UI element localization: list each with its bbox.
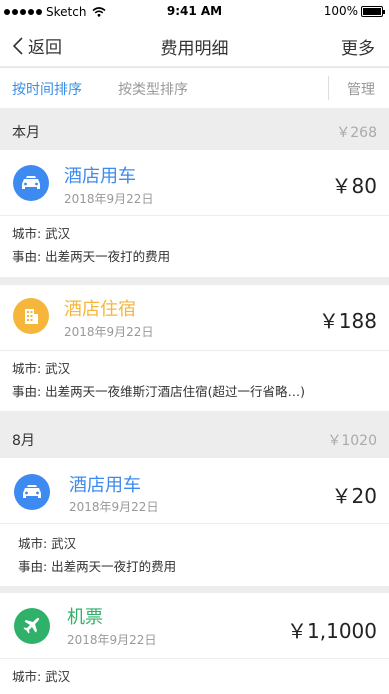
more-button[interactable]: 更多 [341,34,375,59]
category-label: 酒店住宿 [64,299,136,320]
month-total: ￥268 [336,125,377,141]
record-amount: ￥1,1000 [287,619,377,643]
expense-card[interactable]: 酒店用车 2018年9月22日 ￥20 城市: 武汉 事由: 出差两天一夜打的费… [0,458,389,586]
month-name: 本月 [12,125,40,141]
airplane-icon [14,608,50,644]
car-icon [13,165,49,201]
record-date: 2018年9月22日 [69,500,159,514]
category-label: 酒店用车 [64,166,136,187]
record-amount: ￥20 [331,484,377,508]
record-city: 城市: 武汉 [12,226,71,241]
record-reason: 事由: 出差两天一夜维斯汀酒店住宿(超过一行省略…) [12,384,305,399]
tab-sort-by-time[interactable]: 按时间排序 [12,79,82,99]
month-name: 8月 [12,433,35,449]
record-city: 城市: 武汉 [18,536,77,551]
battery-icon [361,5,385,17]
manage-button[interactable]: 管理 [347,79,375,99]
battery-percent: 100% [323,4,358,18]
divider [328,76,329,100]
expense-card[interactable]: 酒店用车 2018年9月22日 ￥80 城市: 武汉 事由: 出差两天一夜打的费… [0,150,389,277]
category-label: 酒店用车 [69,475,141,496]
month-total: ￥1020 [327,433,377,449]
record-city: 城市: 武汉 [12,669,71,684]
record-reason: 事由: 出差两天一夜打的费用 [18,559,177,574]
nav-bar: 返回 费用明细 更多 [0,24,389,66]
record-date: 2018年9月22日 [64,325,154,339]
category-label: 机票 [67,607,103,628]
record-date: 2018年9月22日 [64,192,154,206]
month-header: 本月 ￥268 [0,110,389,150]
record-city: 城市: 武汉 [12,361,71,376]
record-reason: 事由: 出差两天一夜打的费用 [12,249,171,264]
record-date: 2018年9月22日 [67,633,157,647]
status-bar: Sketch 9:41 AM 100% [0,0,389,24]
expense-card[interactable]: 机票 2018年9月22日 ￥1,1000 城市: 武汉 [0,593,389,694]
sort-bar: 按时间排序 按类型排序 管理 [0,67,389,108]
car-icon [14,474,50,510]
record-amount: ￥188 [318,309,377,333]
record-amount: ￥80 [331,174,377,198]
page-title: 费用明细 [160,39,229,59]
expense-card[interactable]: 酒店住宿 2018年9月22日 ￥188 城市: 武汉 事由: 出差两天一夜维斯… [0,285,389,411]
building-icon [13,298,49,334]
tab-sort-by-type[interactable]: 按类型排序 [118,79,188,99]
month-header: 8月 ￥1020 [0,418,389,458]
